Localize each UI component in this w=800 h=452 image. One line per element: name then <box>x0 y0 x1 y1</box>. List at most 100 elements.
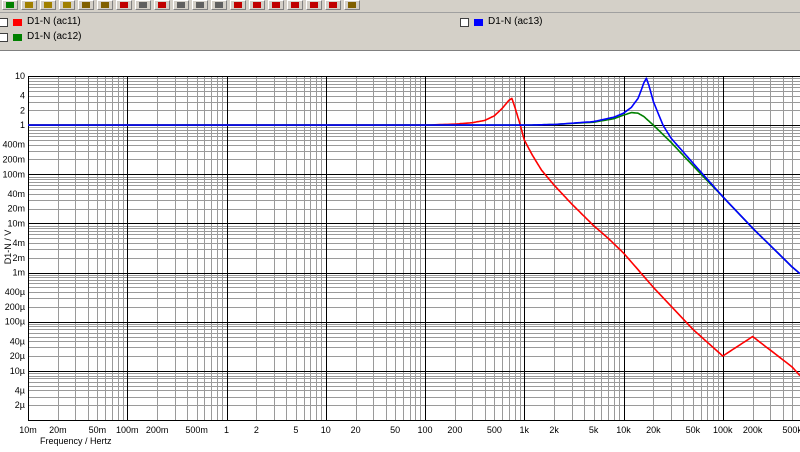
legend-checkbox[interactable] <box>460 18 469 27</box>
y-tick-label: 10µ <box>10 366 25 376</box>
x-tick-label: 50 <box>390 425 400 435</box>
x-tick-label: 200k <box>743 425 763 435</box>
chart[interactable]: 10 4 2 1 400m 200m 100m 40m 20m 10m 4m 2m 1m 400µ 200µ… <box>0 51 800 452</box>
x-tick-label: 500m <box>185 425 208 435</box>
grid-icon <box>177 2 185 8</box>
legend-swatch <box>13 19 22 26</box>
legend-label: D1-N (ac11) <box>27 16 81 27</box>
y-tick-label: 10 <box>15 71 25 81</box>
zoom-out-icon <box>44 2 52 8</box>
x-tick-label: 200m <box>146 425 169 435</box>
series-line-1 <box>28 97 800 377</box>
settings-icon <box>348 2 356 8</box>
list-icon <box>196 2 204 8</box>
x-tick-label: 10 <box>321 425 331 435</box>
y-tick-label: 4 <box>20 91 25 101</box>
legend-checkbox[interactable] <box>0 18 8 27</box>
toolbar-button-17[interactable] <box>325 0 341 10</box>
toolbar-button-5[interactable] <box>97 0 113 10</box>
x-tick-label: 2 <box>254 425 259 435</box>
x-tick-label: 10m <box>19 425 37 435</box>
x-tick-label: 500k <box>782 425 800 435</box>
toolbar-button-0[interactable] <box>2 0 18 10</box>
toolbar-button-14[interactable] <box>268 0 284 10</box>
toolbar <box>0 0 800 13</box>
toolbar-button-2[interactable] <box>40 0 56 10</box>
chart-icon <box>215 2 223 8</box>
marker-icon <box>158 2 166 8</box>
x-tick-label: 50k <box>686 425 701 435</box>
toolbar-button-15[interactable] <box>287 0 303 10</box>
y-tick-label: 40m <box>7 189 25 199</box>
legend-label: D1-N (ac13) <box>488 16 543 27</box>
zoom-in-icon <box>25 2 33 8</box>
y-tick-label: 1m <box>12 268 25 278</box>
toolbar-button-10[interactable] <box>192 0 208 10</box>
curve-icon <box>272 2 280 8</box>
y-tick-label: 1 <box>20 120 25 130</box>
toolbar-button-13[interactable] <box>249 0 265 10</box>
x-tick-label: 500 <box>487 425 502 435</box>
x-tick-label: 200 <box>447 425 462 435</box>
toolbar-button-16[interactable] <box>306 0 322 10</box>
y-axis-label: D1-N / V <box>3 230 13 265</box>
legend-checkbox[interactable] <box>0 33 8 42</box>
y-tick-label: 40µ <box>10 336 25 346</box>
y-tick-label: 2 <box>20 105 25 115</box>
x-tick-label: 2k <box>549 425 559 435</box>
legend-item[interactable]: D1-N (ac12) <box>0 30 199 44</box>
legend-item[interactable]: D1-N (ac13) <box>460 15 660 29</box>
toolbar-button-8[interactable] <box>154 0 170 10</box>
toolbar-button-9[interactable] <box>173 0 189 10</box>
undo-icon <box>6 2 14 8</box>
pen-icon <box>234 2 242 8</box>
toolbar-button-7[interactable] <box>135 0 151 10</box>
y-tick-label: 2µ <box>15 400 25 410</box>
legend-swatch <box>474 19 483 26</box>
y-tick-label: 4m <box>12 238 25 248</box>
toolbar-button-4[interactable] <box>78 0 94 10</box>
x-tick-label: 1k <box>520 425 530 435</box>
pointer-icon <box>82 2 90 8</box>
y-tick-label: 10m <box>7 218 25 228</box>
x-tick-label: 1 <box>224 425 229 435</box>
measure-icon <box>139 2 147 8</box>
x-tick-label: 5k <box>589 425 599 435</box>
y-tick-label: 400µ <box>5 287 25 297</box>
x-axis-label: Frequency / Hertz <box>40 436 112 446</box>
abc-icon <box>120 2 128 8</box>
y-tick-label: 100µ <box>5 317 25 327</box>
x-tick-label: 10k <box>616 425 631 435</box>
x-tick-label: 100k <box>713 425 733 435</box>
x-tick-label: 50m <box>89 425 107 435</box>
x-axis-ticks: 10m 20m 50m 100m 200m 500m 1 2 5 10 20 50 100 200 500 1… <box>19 425 800 435</box>
curve-icon <box>329 2 337 8</box>
series-line-3 <box>28 77 800 275</box>
legend-label: D1-N (ac12) <box>27 31 82 42</box>
cursor-icon <box>101 2 109 8</box>
legend-swatch <box>13 34 22 41</box>
plot-area[interactable]: 10 4 2 1 400m 200m 100m 40m 20m 10m 4m 2m 1m 400µ 200µ… <box>0 51 800 452</box>
x-tick-label: 100 <box>417 425 432 435</box>
toolbar-button-1[interactable] <box>21 0 37 10</box>
y-tick-label: 20m <box>7 204 25 214</box>
y-tick-label: 200m <box>2 154 25 164</box>
grid-minor-lines <box>28 76 800 420</box>
curve-icon <box>310 2 318 8</box>
x-tick-label: 5 <box>293 425 298 435</box>
toolbar-button-12[interactable] <box>230 0 246 10</box>
y-tick-label: 400m <box>2 140 25 150</box>
toolbar-button-6[interactable] <box>116 0 132 10</box>
y-tick-label: 4µ <box>15 385 25 395</box>
zoom-fit-icon <box>63 2 71 8</box>
legend-bar: D1-N (ac11) D1-N (ac12) D1-N (ac13) <box>0 13 800 51</box>
x-tick-label: 100m <box>116 425 139 435</box>
x-tick-label: 20 <box>351 425 361 435</box>
curve-icon <box>291 2 299 8</box>
toolbar-button-11[interactable] <box>211 0 227 10</box>
x-tick-label: 20k <box>646 425 661 435</box>
y-tick-label: 20µ <box>10 351 25 361</box>
toolbar-button-18[interactable] <box>344 0 360 10</box>
toolbar-button-3[interactable] <box>59 0 75 10</box>
legend-item[interactable]: D1-N (ac11) <box>0 15 199 29</box>
